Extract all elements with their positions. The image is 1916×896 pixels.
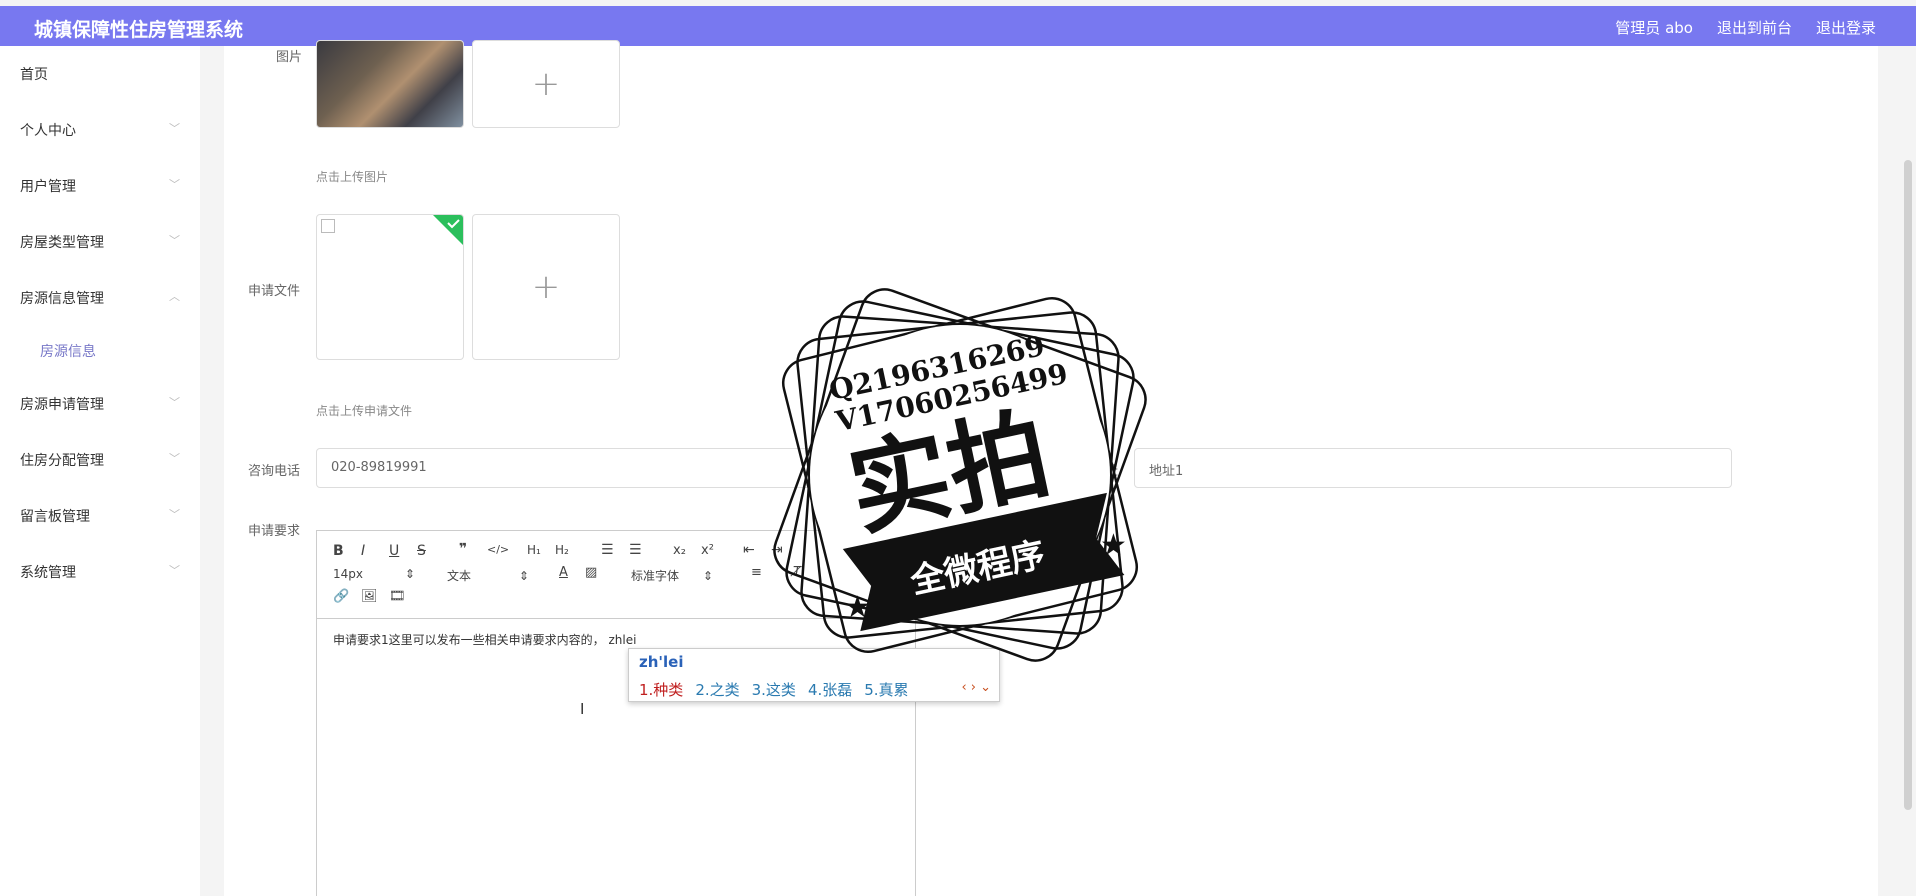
image-label: 图片 xyxy=(276,50,303,65)
admin-user-label[interactable]: 管理员 abo xyxy=(1615,17,1693,38)
subscript-icon[interactable]: x₂ xyxy=(673,543,686,558)
editor-content[interactable]: 申请要求1这里可以发布一些相关申请要求内容的， zhlei xyxy=(333,631,636,648)
sidebar-item-message-board[interactable]: 留言板管理 ﹀ xyxy=(20,506,180,526)
image-icon[interactable]: 🖼 xyxy=(361,589,378,604)
chevron-down-icon: ﹀ xyxy=(169,564,180,577)
address-input[interactable]: 地址1 xyxy=(1134,448,1732,488)
heading1-icon[interactable]: H₁ xyxy=(527,543,541,557)
broken-image-icon xyxy=(321,219,335,233)
chevron-down-icon: ﹀ xyxy=(169,396,180,409)
sidebar-item-label: 住房分配管理 xyxy=(20,453,104,469)
sidebar-item-house-info[interactable]: 房源信息管理 ︿ xyxy=(20,288,180,308)
app-title: 城镇保障性住房管理系统 xyxy=(34,19,244,41)
chevron-down-icon: ﹀ xyxy=(169,178,180,191)
sidebar-item-allocation[interactable]: 住房分配管理 ﹀ xyxy=(20,450,180,470)
sidebar-item-personal-center[interactable]: 个人中心 ﹀ xyxy=(20,120,180,140)
check-badge-icon xyxy=(433,215,463,245)
file-upload-button[interactable]: + xyxy=(472,214,620,360)
chevron-down-icon: ﹀ xyxy=(169,452,180,465)
font-color-icon[interactable]: A xyxy=(559,565,568,580)
sidebar-item-home[interactable]: 首页 xyxy=(20,64,180,84)
quote-icon[interactable]: ❞ xyxy=(459,541,467,557)
requirement-label: 申请要求 xyxy=(248,524,301,539)
underline-icon[interactable]: U xyxy=(389,543,399,559)
sidebar-item-label: 系统管理 xyxy=(20,565,76,581)
ordered-list-icon[interactable]: ☰ xyxy=(601,542,614,558)
block-type-select[interactable]: 文本 ⇕ xyxy=(447,567,529,584)
sidebar-item-label: 个人中心 xyxy=(20,123,76,139)
sidebar-item-user-management[interactable]: 用户管理 ﹀ xyxy=(20,176,180,196)
sidebar-item-label: 首页 xyxy=(20,67,48,83)
bullet-list-icon[interactable]: ☰ xyxy=(629,542,642,558)
sidebar-item-house-application[interactable]: 房源申请管理 ﹀ xyxy=(20,394,180,414)
sidebar: 首页 个人中心 ﹀ 用户管理 ﹀ 房屋类型管理 ﹀ 房源信息管理 ︿ 房源信息 房源申请… xyxy=(0,46,200,896)
italic-icon[interactable]: I xyxy=(361,543,365,559)
code-icon[interactable]: </> xyxy=(487,543,509,556)
sidebar-item-label: 房屋类型管理 xyxy=(20,235,104,251)
back-to-front-link[interactable]: 退出到前台 xyxy=(1717,17,1792,38)
sidebar-item-label: 房源信息管理 xyxy=(20,291,104,307)
sidebar-item-label: 房源申请管理 xyxy=(20,397,104,413)
chevron-down-icon: ﹀ xyxy=(169,234,180,247)
chevron-down-icon: ﹀ xyxy=(169,508,180,521)
phone-label: 咨询电话 xyxy=(248,464,301,479)
top-header: 城镇保障性住房管理系统 管理员 abo 退出到前台 退出登录 xyxy=(0,6,1916,46)
plus-icon: + xyxy=(531,64,561,104)
application-file-label: 申请文件 xyxy=(248,284,301,299)
uploaded-image-thumbnail[interactable] xyxy=(316,40,464,128)
svg-text:★: ★ xyxy=(1100,528,1127,563)
svg-text:★: ★ xyxy=(844,590,871,625)
sidebar-item-house-type[interactable]: 房屋类型管理 ﹀ xyxy=(20,232,180,252)
superscript-icon[interactable]: x² xyxy=(701,543,714,558)
sidebar-item-label: 留言板管理 xyxy=(20,509,90,525)
plus-icon: + xyxy=(531,267,561,307)
background-color-icon[interactable]: ▨ xyxy=(585,565,597,580)
image-upload-hint: 点击上传图片 xyxy=(316,170,389,184)
font-family-select[interactable]: 标准字体 ⇕ xyxy=(631,567,713,584)
sidebar-subitem-house-info[interactable]: 房源信息 xyxy=(40,341,96,361)
sidebar-item-label: 用户管理 xyxy=(20,179,76,195)
link-icon[interactable]: 🔗 xyxy=(333,589,349,604)
file-upload-hint: 点击上传申请文件 xyxy=(316,404,413,418)
ime-composition: zh'lei xyxy=(639,653,684,671)
ime-candidate[interactable]: 2.之类 xyxy=(695,679,739,700)
block-type-value: 文本 xyxy=(447,569,472,583)
bold-icon[interactable]: B xyxy=(333,543,344,559)
strike-icon[interactable]: S xyxy=(417,543,426,559)
text-cursor-icon: I xyxy=(580,700,585,718)
font-size-value: 14px xyxy=(333,567,363,581)
chevron-up-icon: ︿ xyxy=(169,290,180,303)
image-upload-button[interactable]: + xyxy=(472,40,620,128)
page-scrollbar[interactable] xyxy=(1904,160,1912,810)
heading2-icon[interactable]: H₂ xyxy=(555,543,569,557)
logout-link[interactable]: 退出登录 xyxy=(1816,17,1876,38)
uploaded-file-thumbnail[interactable] xyxy=(316,214,464,360)
ime-candidate[interactable]: 1.种类 xyxy=(639,679,683,700)
font-size-select[interactable]: 14px ⇕ xyxy=(333,567,415,581)
watermark-stamp: Q2196316269 V17060256499 实拍 全微程序 ★ ★ xyxy=(773,288,1147,662)
font-family-value: 标准字体 xyxy=(631,569,680,583)
sidebar-item-system[interactable]: 系统管理 ﹀ xyxy=(20,562,180,582)
video-icon[interactable]: 🎞 xyxy=(389,589,406,604)
chevron-down-icon: ﹀ xyxy=(169,122,180,135)
header-actions: 管理员 abo 退出到前台 退出登录 xyxy=(1615,17,1876,38)
